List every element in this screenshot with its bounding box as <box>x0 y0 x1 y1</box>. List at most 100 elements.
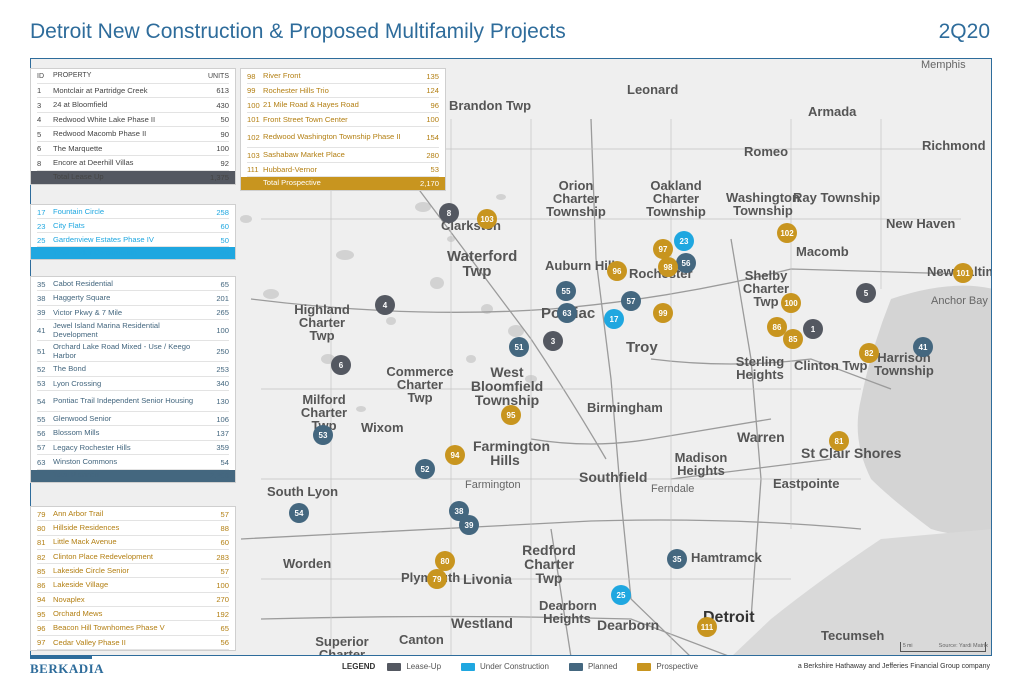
place-label: West Bloomfield Township <box>470 364 544 408</box>
table-row: 23 City Flats 60 <box>31 219 235 233</box>
table-row: 63 Winston Commons 54 <box>31 455 235 470</box>
legend-swatch <box>387 662 402 671</box>
project-marker-54[interactable]: 54 <box>289 503 309 523</box>
place-label: Farmington Hills <box>473 438 550 468</box>
project-marker-86[interactable]: 86 <box>767 317 787 337</box>
table-row: 25 Gardenview Estates Phase IV 50 <box>31 233 235 247</box>
table-row: 3 24 at Bloomfield 430 <box>31 98 235 113</box>
header: Detroit New Construction & Proposed Mult… <box>0 0 1020 62</box>
project-marker-99[interactable]: 99 <box>653 303 673 323</box>
project-marker-79[interactable]: 79 <box>427 569 447 589</box>
place-label: Canton <box>399 632 444 647</box>
table-row: 41 Jewel Island Marina Residential Develo… <box>31 320 235 342</box>
place-label: Sterling Heights <box>735 354 785 382</box>
project-marker-25[interactable]: 25 <box>611 585 631 605</box>
project-marker-57[interactable]: 57 <box>621 291 641 311</box>
project-marker-52[interactable]: 52 <box>415 459 435 479</box>
table-row: 111 Hubbard-Vernor 53 <box>241 163 445 178</box>
project-marker-41[interactable]: 41 <box>913 337 933 357</box>
project-marker-56[interactable]: 56 <box>676 253 696 273</box>
table-total-row: Total Under Construction 368 <box>31 247 235 259</box>
project-marker-51[interactable]: 51 <box>509 337 529 357</box>
prospective-table-top: 98 River Front 135 99 Rochester Hills Trio 1… <box>240 68 446 191</box>
project-marker-101[interactable]: 101 <box>953 263 973 283</box>
project-marker-63[interactable]: 63 <box>557 303 577 323</box>
place-label: Southfield <box>579 469 648 485</box>
place-label: Warren <box>737 429 785 445</box>
project-marker-3[interactable]: 3 <box>543 331 563 351</box>
table-row: 8 Encore at Deerhill Villas 92 <box>31 156 235 171</box>
place-label: South Lyon <box>267 484 339 499</box>
table-row: 82 Clinton Place Redevelopment 283 <box>31 550 235 565</box>
project-marker-103[interactable]: 103 <box>477 209 497 229</box>
place-label: Dearborn <box>597 617 660 633</box>
project-marker-23[interactable]: 23 <box>674 231 694 251</box>
project-marker-39[interactable]: 39 <box>459 515 479 535</box>
project-marker-85[interactable]: 85 <box>783 329 803 349</box>
place-label: New Haven <box>886 216 956 231</box>
project-marker-98[interactable]: 98 <box>658 257 678 277</box>
place-label: Madison Heights <box>674 450 728 478</box>
logo-bar <box>30 656 92 659</box>
legend-title: LEGEND <box>342 662 376 671</box>
table-total-row: Total Prospective 2,170 <box>241 177 445 190</box>
legend-item-under-construction: Under Construction <box>461 662 549 671</box>
project-marker-96[interactable]: 96 <box>607 261 627 281</box>
place-label: Memphis <box>921 59 966 71</box>
place-label: Wixom <box>361 420 404 435</box>
project-marker-35[interactable]: 35 <box>667 549 687 569</box>
berkadia-logo: BERKADIA <box>30 661 105 676</box>
place-label: Leonard <box>627 82 679 97</box>
place-label: Redford Charter Twp <box>522 542 576 586</box>
place-label: Washington Township <box>726 190 800 218</box>
col-property: PROPERTY <box>53 72 92 79</box>
place-label: Westland <box>451 615 513 631</box>
project-marker-80[interactable]: 80 <box>435 551 455 571</box>
legend-item-planned: Planned <box>568 662 617 671</box>
project-marker-1[interactable]: 1 <box>803 319 823 339</box>
quarter-label: 2Q20 <box>938 20 990 43</box>
project-marker-102[interactable]: 102 <box>777 223 797 243</box>
legend-item-lease-up: Lease-Up <box>387 662 441 671</box>
project-marker-6[interactable]: 6 <box>331 355 351 375</box>
table-row: 51 Orchard Lake Road Mixed - Use / Keego … <box>31 341 235 363</box>
col-id: ID <box>37 72 44 80</box>
legend-swatch <box>461 662 476 671</box>
project-marker-55[interactable]: 55 <box>556 281 576 301</box>
table-row: 99 Rochester Hills Trio 124 <box>241 84 445 99</box>
scale-label: 5 mi <box>903 643 913 649</box>
place-label: Livonia <box>463 571 513 587</box>
table-row: 80 Hillside Residences 88 <box>31 521 235 536</box>
legend-swatch <box>637 662 652 671</box>
project-marker-53[interactable]: 53 <box>313 425 333 445</box>
project-marker-8[interactable]: 8 <box>439 203 459 223</box>
place-label: Tecumseh <box>821 628 885 643</box>
table-row: 85 Lakeside Circle Senior 57 <box>31 564 235 579</box>
table-row: 79 Ann Arbor Trail 57 <box>31 507 235 522</box>
project-marker-100[interactable]: 100 <box>781 293 801 313</box>
table-row: 1 Montclair at Partridge Creek 613 <box>31 84 235 99</box>
project-marker-5[interactable]: 5 <box>856 283 876 303</box>
table-row: 95 Orchard Mews 192 <box>31 607 235 622</box>
project-marker-82[interactable]: 82 <box>859 343 879 363</box>
place-label: Ray Township <box>793 190 881 205</box>
project-marker-4[interactable]: 4 <box>375 295 395 315</box>
project-marker-81[interactable]: 81 <box>829 431 849 451</box>
project-marker-111[interactable]: 111 <box>697 617 717 637</box>
table-row: 100 21 Mile Road & Hayes Road 96 <box>241 98 445 113</box>
table-row: 94 Novaplex 270 <box>31 593 235 608</box>
place-label: Anchor Bay <box>931 295 988 307</box>
table-row: 5 Redwood Macomb Phase II 90 <box>31 127 235 142</box>
source-note: Source: Yardi Matrix <box>938 643 988 649</box>
project-marker-17[interactable]: 17 <box>604 309 624 329</box>
place-label: Armada <box>808 104 857 119</box>
legend-item-prospective: Prospective <box>637 662 698 671</box>
project-marker-95[interactable]: 95 <box>501 405 521 425</box>
place-label: Clinton Twp <box>794 358 868 373</box>
project-marker-97[interactable]: 97 <box>653 239 673 259</box>
legend-swatch <box>568 662 583 671</box>
project-marker-94[interactable]: 94 <box>445 445 465 465</box>
table-row: 86 Lakeside Village 100 <box>31 578 235 594</box>
legend: LEGEND Lease-Up Under Construction Plann… <box>342 662 718 671</box>
place-label: Highland Charter Twp <box>294 302 350 343</box>
